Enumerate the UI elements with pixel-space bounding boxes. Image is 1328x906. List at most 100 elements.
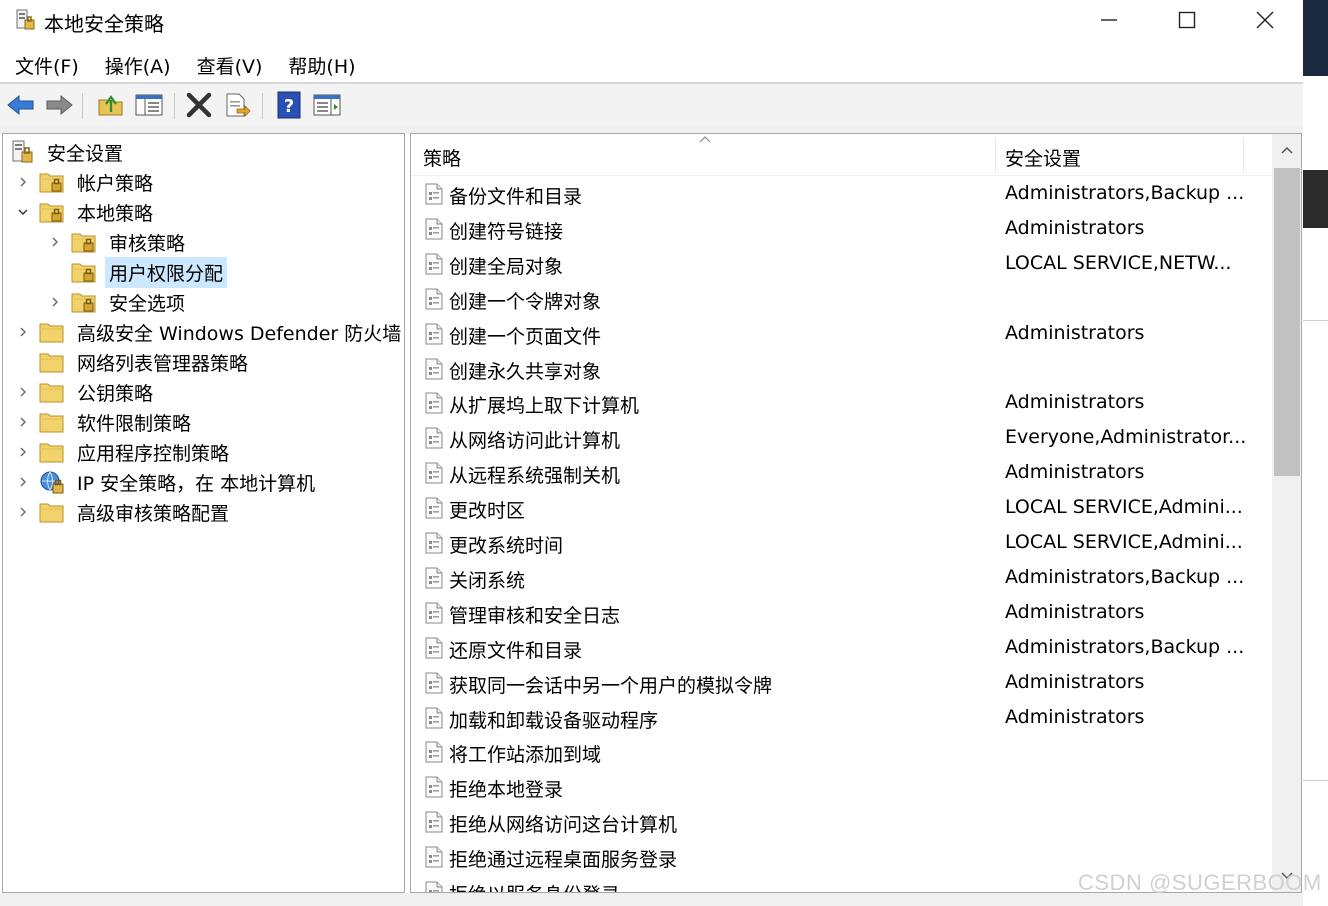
tree-item[interactable]: 高级安全 Windows Defender 防火墙 [15, 317, 404, 347]
policy-setting: Administrators [1005, 321, 1145, 344]
policy-row[interactable]: 将工作站添加到域 [411, 734, 1271, 769]
policy-setting: LOCAL SERVICE,NETW... [1005, 251, 1232, 274]
security-settings-icon [9, 140, 35, 164]
tree-expander[interactable] [15, 474, 31, 490]
policy-row[interactable]: 创建永久共享对象 [411, 351, 1271, 386]
policy-row[interactable]: 创建全局对象 LOCAL SERVICE,NETW... [411, 246, 1271, 281]
maximize-button[interactable] [1148, 0, 1226, 40]
policy-row[interactable]: 从网络访问此计算机 Everyone,Administrator... [411, 420, 1271, 455]
tree-expander[interactable] [15, 414, 31, 430]
tree-item-label: 本地策略 [77, 202, 154, 225]
tree-item-label: 审核策略 [109, 232, 186, 255]
locked-folder-icon [39, 200, 65, 224]
policy-icon [423, 671, 445, 695]
scroll-thumb[interactable] [1274, 168, 1300, 476]
tree-item-label: 网络列表管理器策略 [77, 352, 249, 375]
tree-item-label: 安全选项 [109, 292, 186, 315]
policy-row[interactable]: 更改时区 LOCAL SERVICE,Admini... [411, 490, 1271, 525]
policy-icon [423, 740, 445, 764]
policy-row[interactable]: 创建符号链接 Administrators [411, 211, 1271, 246]
policy-row[interactable]: 管理审核和安全日志 Administrators [411, 595, 1271, 630]
policy-row[interactable]: 拒绝本地登录 [411, 769, 1271, 804]
policy-row[interactable]: 获取同一会话中另一个用户的模拟令牌 Administrators [411, 665, 1271, 700]
tree-expander[interactable] [15, 384, 31, 400]
tree-expander[interactable] [15, 324, 31, 340]
tree-item[interactable]: 本地策略 [15, 197, 157, 227]
policy-row[interactable]: 拒绝从网络访问这台计算机 [411, 804, 1271, 839]
back-button[interactable] [4, 88, 38, 122]
window-title: 本地安全策略 [44, 12, 164, 36]
tree-expander[interactable] [47, 234, 63, 250]
policy-icon [423, 182, 445, 206]
vertical-scrollbar[interactable] [1272, 134, 1301, 892]
tree-item[interactable]: 用户权限分配 [47, 256, 228, 288]
policy-row[interactable]: 拒绝通过远程桌面服务登录 [411, 839, 1271, 874]
show-hide-tree-icon [135, 94, 163, 116]
tree-item[interactable]: 公钥策略 [15, 377, 157, 407]
tree-item[interactable]: 帐户策略 [15, 167, 157, 197]
policy-name: 拒绝本地登录 [449, 779, 564, 802]
tree-item[interactable]: 高级审核策略配置 [15, 497, 233, 527]
column-divider[interactable] [995, 138, 996, 172]
policy-name: 创建符号链接 [449, 220, 564, 243]
navigation-tree-pane: 安全设置 帐户策略本地策略审核策略 用户权限分配安全选项 高级安全 Windows D… [2, 133, 405, 893]
menu-help[interactable]: 帮助(H) [288, 52, 355, 79]
chevron-down-icon [18, 209, 28, 215]
policy-name: 从远程系统强制关机 [449, 465, 621, 488]
properties-view-button[interactable] [310, 88, 344, 122]
column-header-policy[interactable]: 策略 [423, 144, 461, 171]
tree-item[interactable]: 应用程序控制策略 [15, 437, 233, 467]
properties-view-icon [313, 94, 341, 116]
tree-expander[interactable] [47, 294, 63, 310]
tree-item[interactable]: 安全设置 [9, 137, 127, 167]
policy-icon [423, 636, 445, 660]
minimize-button[interactable] [1070, 0, 1148, 40]
tree-item[interactable]: 安全选项 [47, 287, 189, 317]
svg-text:?: ? [284, 96, 294, 117]
tree-item[interactable]: 软件限制策略 [15, 407, 195, 437]
policy-row[interactable]: 创建一个令牌对象 [411, 281, 1271, 316]
show-hide-tree-button[interactable] [132, 88, 166, 122]
chevron-right-icon [20, 447, 26, 457]
sort-ascending-icon [699, 136, 711, 143]
menu-action[interactable]: 操作(A) [105, 52, 171, 79]
up-one-level-button[interactable] [94, 88, 128, 122]
tree-expander[interactable] [15, 444, 31, 460]
tree-item-label: IP 安全策略，在 本地计算机 [77, 472, 316, 495]
help-button[interactable]: ? [272, 88, 306, 122]
tree-expander[interactable] [15, 504, 31, 520]
policy-row[interactable]: 还原文件和目录 Administrators,Backup ... [411, 630, 1271, 665]
policy-icon [423, 531, 445, 555]
folder-icon [39, 500, 65, 524]
scroll-up-button[interactable] [1272, 138, 1301, 162]
policy-row[interactable]: 关闭系统 Administrators,Backup ... [411, 560, 1271, 595]
policy-row[interactable]: 创建一个页面文件 Administrators [411, 316, 1271, 351]
tree-expander[interactable] [15, 174, 31, 190]
column-divider[interactable] [1243, 138, 1244, 172]
close-button[interactable] [1226, 0, 1304, 40]
policy-name: 创建一个页面文件 [449, 325, 602, 348]
chevron-right-icon [20, 327, 26, 337]
tree-expander [47, 264, 63, 280]
tree-item[interactable]: 网络列表管理器策略 [15, 347, 252, 377]
forward-button[interactable] [42, 88, 76, 122]
menu-view[interactable]: 查看(V) [197, 52, 263, 79]
tree-expander[interactable] [15, 204, 31, 220]
toolbar-separator [174, 93, 175, 119]
policy-row[interactable]: 加载和卸载设备驱动程序 Administrators [411, 700, 1271, 735]
tree-item-label: 公钥策略 [77, 382, 154, 405]
policy-name: 更改时区 [449, 500, 526, 523]
tree-item[interactable]: 审核策略 [47, 227, 189, 257]
menu-file[interactable]: 文件(F) [15, 52, 79, 79]
policy-name: 管理审核和安全日志 [449, 604, 621, 627]
tree-item[interactable]: IP 安全策略，在 本地计算机 [15, 467, 319, 497]
policy-row[interactable]: 从扩展坞上取下计算机 Administrators [411, 385, 1271, 420]
policy-row[interactable]: 从远程系统强制关机 Administrators [411, 455, 1271, 490]
desktop-edge [1303, 0, 1328, 906]
policy-row[interactable]: 更改系统时间 LOCAL SERVICE,Admini... [411, 525, 1271, 560]
menu-bar: 文件(F) 操作(A) 查看(V) 帮助(H) [0, 48, 1303, 82]
delete-button[interactable] [182, 88, 216, 122]
export-list-button[interactable] [220, 88, 254, 122]
column-header-security-setting[interactable]: 安全设置 [1005, 144, 1081, 171]
policy-row[interactable]: 备份文件和目录 Administrators,Backup ... [411, 176, 1271, 211]
